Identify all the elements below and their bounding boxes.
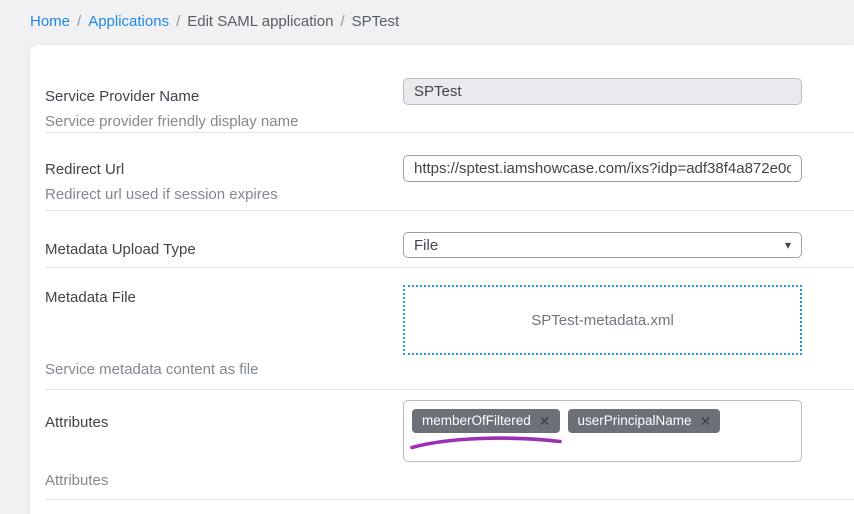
breadcrumb-link-home[interactable]: Home	[30, 13, 70, 30]
attribute-tag-label: memberOfFiltered	[422, 412, 531, 429]
close-icon[interactable]: ✕	[700, 414, 712, 428]
redirect-url-input[interactable]	[403, 155, 802, 182]
attributes-label: Attributes	[45, 413, 403, 433]
purple-underline-annotation	[406, 434, 566, 452]
field-row-service-provider-name: Service Provider Name Service provider f…	[45, 45, 854, 133]
service-provider-name-input[interactable]	[403, 78, 802, 105]
metadata-file-name: SPTest-metadata.xml	[531, 312, 674, 329]
metadata-upload-type-label: Metadata Upload Type	[45, 240, 403, 260]
field-row-redirect-url: Redirect Url Redirect url used if sessio…	[45, 133, 854, 211]
field-row-attributes: Attributes Attributes memberOfFiltered ✕…	[45, 390, 854, 500]
metadata-file-label: Metadata File	[45, 288, 403, 308]
service-provider-name-label: Service Provider Name	[45, 87, 403, 107]
field-row-metadata-file: Metadata File Service metadata content a…	[45, 268, 854, 390]
breadcrumb-link-applications[interactable]: Applications	[88, 13, 169, 30]
metadata-file-help: Service metadata content as file	[45, 360, 403, 380]
attribute-tag: memberOfFiltered ✕	[412, 409, 560, 433]
attribute-tag: userPrincipalName ✕	[568, 409, 721, 433]
field-row-metadata-upload-type: Metadata Upload Type File ▾	[45, 211, 854, 268]
attributes-tags-input[interactable]: memberOfFiltered ✕ userPrincipalName ✕	[403, 400, 802, 462]
breadcrumb-separator: /	[77, 13, 81, 30]
breadcrumb-separator: /	[340, 13, 344, 30]
attributes-help: Attributes	[45, 471, 403, 491]
redirect-url-label: Redirect Url	[45, 160, 403, 180]
breadcrumb: Home / Applications / Edit SAML applicat…	[0, 0, 854, 45]
metadata-upload-type-selected-value: File	[414, 237, 438, 254]
caret-down-icon: ▾	[785, 239, 791, 251]
close-icon[interactable]: ✕	[539, 414, 551, 428]
metadata-file-dropzone[interactable]: SPTest-metadata.xml	[403, 285, 802, 355]
redirect-url-help: Redirect url used if session expires	[45, 185, 403, 205]
attribute-tag-label: userPrincipalName	[578, 412, 692, 429]
breadcrumb-item-current-app: SPTest	[352, 13, 400, 30]
breadcrumb-separator: /	[176, 13, 180, 30]
service-provider-name-help: Service provider friendly display name	[45, 112, 403, 132]
edit-saml-application-form: Service Provider Name Service provider f…	[30, 45, 854, 514]
breadcrumb-item-edit-saml-application: Edit SAML application	[187, 13, 333, 30]
metadata-upload-type-select[interactable]: File ▾	[403, 232, 802, 258]
